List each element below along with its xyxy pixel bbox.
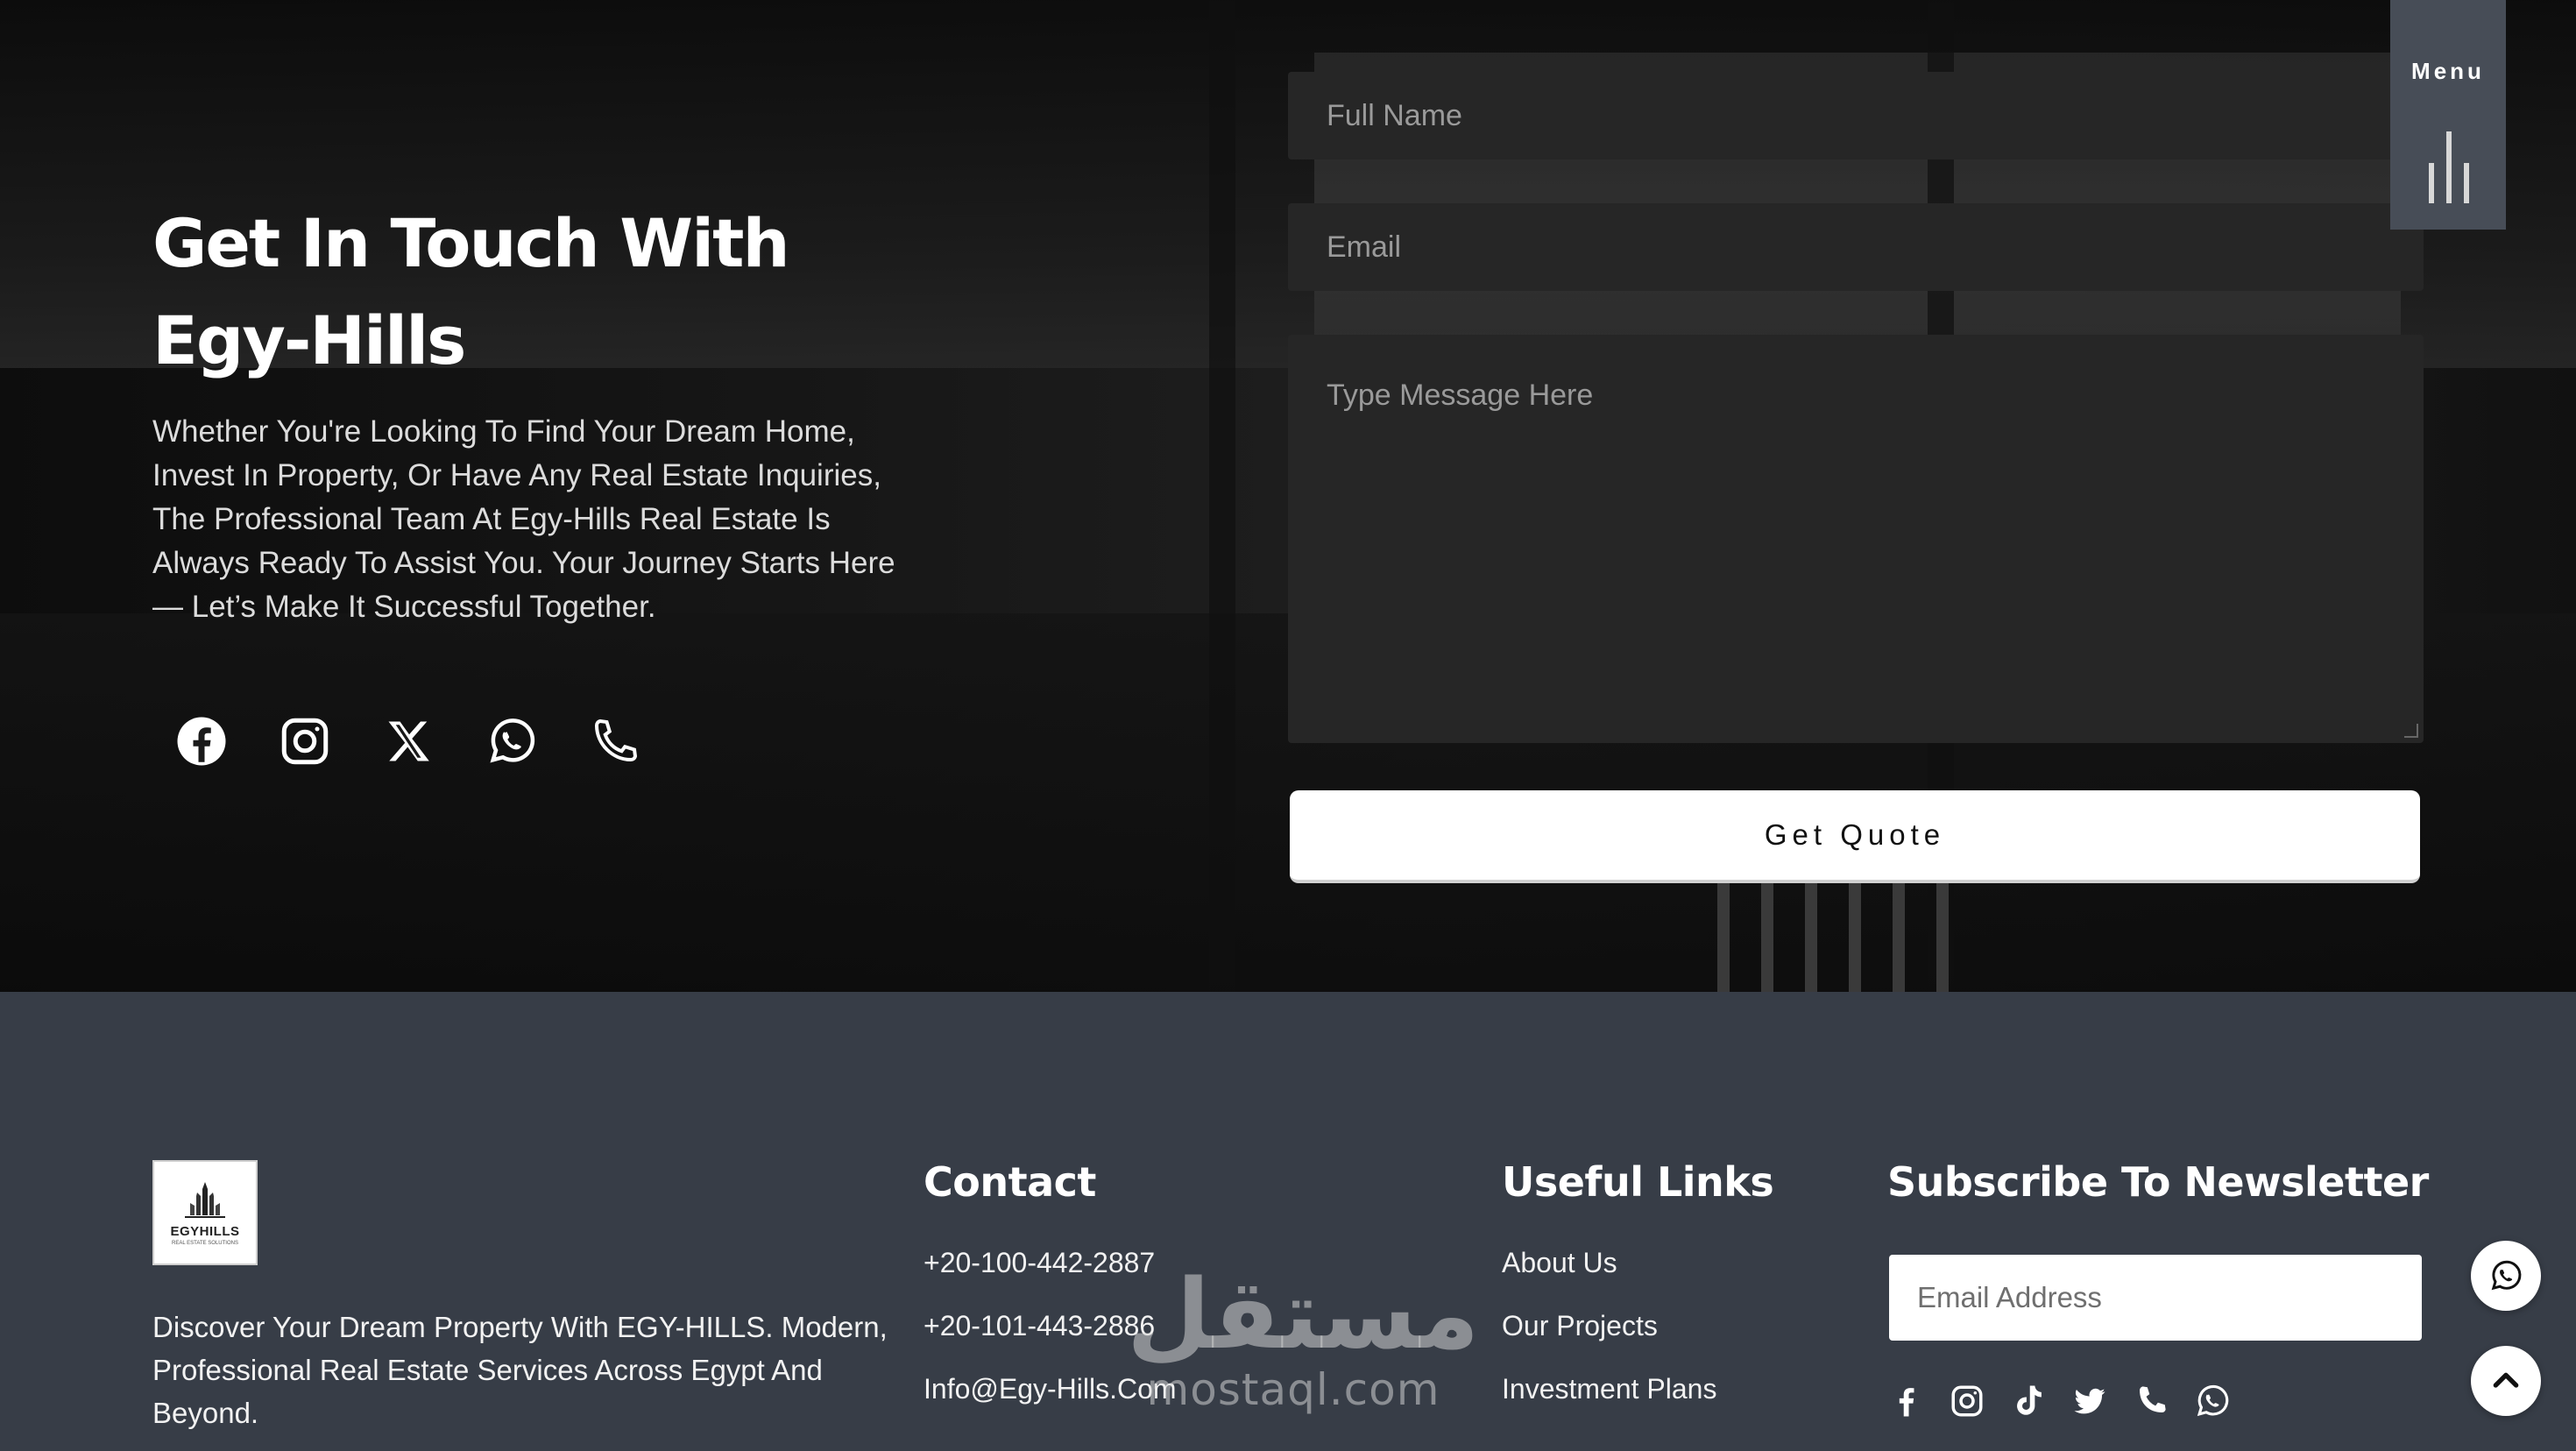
newsletter-email-input[interactable]: Email Address [1889, 1255, 2422, 1341]
whatsapp-icon [2491, 1260, 2522, 1291]
footer-about-text: Discover Your Dream Property With EGY-HI… [152, 1311, 888, 1429]
page-title: Get In Touch With Egy-Hills [152, 204, 790, 379]
social-links [175, 715, 641, 768]
facebook-icon[interactable] [1887, 1383, 1924, 1419]
get-quote-button[interactable]: Get Quote [1290, 790, 2420, 883]
contact-heading: Contact [924, 1158, 1096, 1206]
watermark: مستقل mostaql.com [1127, 1258, 1480, 1419]
newsletter-social-links [1887, 1383, 2231, 1419]
twitter-icon[interactable] [2071, 1383, 2108, 1419]
useful-links-heading: Useful Links [1502, 1158, 1774, 1206]
menu-button[interactable]: Menu [2390, 0, 2506, 230]
x-icon[interactable] [382, 715, 435, 768]
logo-tagline: REAL ESTATE SOLUTIONS [172, 1240, 238, 1246]
contact-description: Whether You're Looking To Find Your Drea… [152, 414, 895, 624]
email-field[interactable]: Email [1288, 203, 2424, 291]
useful-links-list: About Us Our Projects Investment Plans [1502, 1246, 1716, 1435]
message-field[interactable]: Type Message Here [1288, 335, 2424, 743]
resize-handle-icon[interactable] [2404, 724, 2418, 738]
menu-bars-icon [2429, 131, 2469, 203]
company-logo[interactable]: EGYHILLS REAL ESTATE SOLUTIONS [152, 1160, 258, 1265]
link-our-projects[interactable]: Our Projects [1502, 1309, 1716, 1372]
full-name-field[interactable]: Full Name [1288, 72, 2424, 159]
message-placeholder: Type Message Here [1327, 379, 1594, 412]
menu-label: Menu [2411, 58, 2485, 84]
building-logo-icon [185, 1181, 225, 1218]
floating-whatsapp-button[interactable] [2471, 1241, 2541, 1311]
link-about-us[interactable]: About Us [1502, 1246, 1716, 1309]
chevron-up-icon [2493, 1372, 2519, 1388]
phone-icon[interactable] [2133, 1383, 2169, 1419]
scroll-to-top-button[interactable] [2471, 1346, 2541, 1416]
instagram-icon[interactable] [279, 715, 331, 768]
phone-icon[interactable] [589, 715, 641, 768]
watermark-latin: mostaql.com [1146, 1364, 1440, 1415]
watermark-arabic: مستقل [1127, 1258, 1480, 1370]
link-investment-plans[interactable]: Investment Plans [1502, 1372, 1716, 1435]
background-pillar [1209, 0, 1235, 992]
logo-text: EGYHILLS [170, 1223, 240, 1239]
instagram-icon[interactable] [1949, 1383, 1985, 1419]
contact-section: Get In Touch With Egy-Hills Whether You'… [0, 0, 2576, 992]
facebook-icon[interactable] [175, 715, 228, 768]
newsletter-heading: Subscribe To Newsletter [1887, 1158, 2429, 1206]
tiktok-icon[interactable] [2010, 1383, 2047, 1419]
whatsapp-icon[interactable] [485, 715, 538, 768]
whatsapp-icon[interactable] [2194, 1383, 2231, 1419]
